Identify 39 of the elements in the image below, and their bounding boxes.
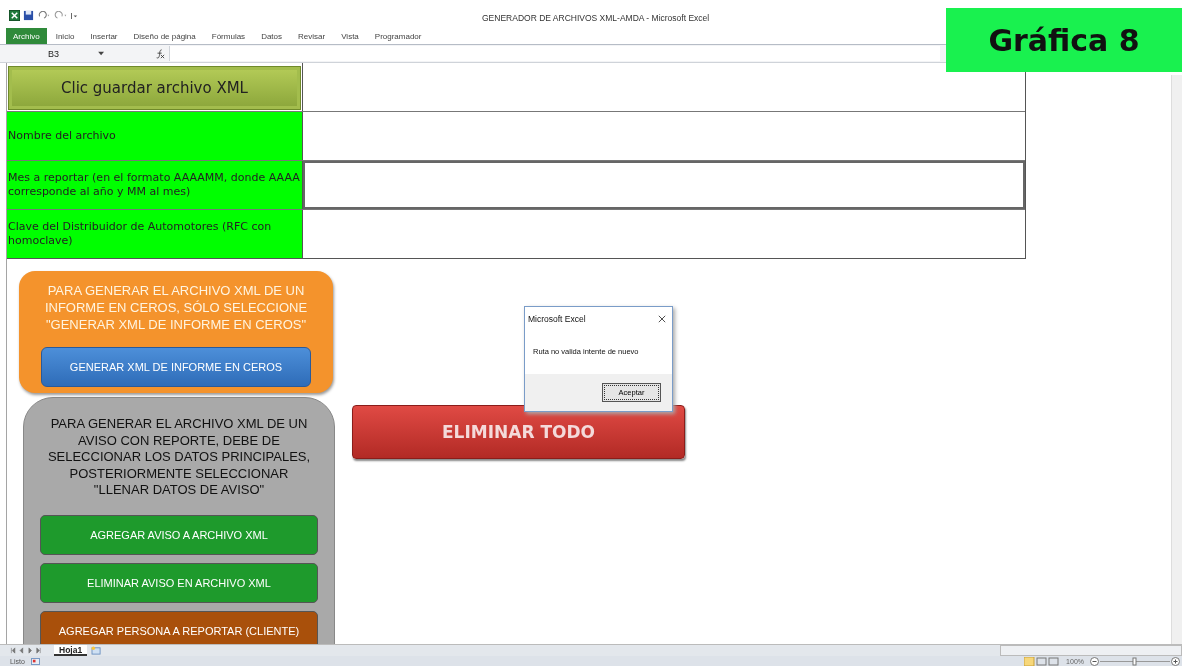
horizontal-scrollbar[interactable]: [1000, 645, 1182, 656]
zoom-slider-icon[interactable]: [1090, 656, 1180, 666]
dialog-title: Microsoft Excel: [528, 314, 586, 324]
close-icon[interactable]: [658, 315, 666, 323]
delete-all-button[interactable]: ELIMINAR TODO: [352, 405, 685, 459]
figure-caption: Gráfica 8: [946, 8, 1182, 72]
field-label: Nombre del archivo: [7, 128, 116, 144]
excel-logo-icon[interactable]: [9, 10, 20, 21]
field-label: Clave del Distribuidor de Automotores (RFC con homoclave): [7, 219, 273, 249]
ribbon-tab[interactable]: Insertar: [83, 28, 125, 44]
vertical-scrollbar[interactable]: [1171, 75, 1182, 644]
customize-caret-icon[interactable]: [71, 11, 78, 20]
ribbon-tab[interactable]: Datos: [254, 28, 290, 44]
function-icon[interactable]: [155, 48, 165, 59]
name-box[interactable]: B3: [0, 48, 98, 59]
ribbon-tab[interactable]: Archivo: [6, 28, 47, 44]
field-label: Mes a reportar (en el formato AAAAMM, donde AAAA corresponde al año y MM al mes): [7, 170, 301, 200]
save-icon[interactable]: [23, 10, 34, 21]
notice-action-button[interactable]: AGREGAR AVISO A ARCHIVO XML: [40, 514, 318, 555]
dropdown-caret-icon[interactable]: [98, 51, 105, 56]
redo-icon[interactable]: [54, 11, 68, 20]
window-title: GENERADOR DE ARCHIVOS XML-AMDA - Microsoft Excel: [482, 13, 710, 23]
ribbon-tab[interactable]: Diseño de página: [126, 28, 203, 44]
formula-input[interactable]: [169, 46, 940, 61]
ribbon-tab[interactable]: Vista: [334, 28, 366, 44]
ribbon-tab[interactable]: Fórmulas: [204, 28, 253, 44]
undo-icon[interactable]: [37, 11, 51, 20]
save-xml-button[interactable]: Clic guardar archivo XML: [8, 66, 301, 110]
notice-action-button[interactable]: AGREGAR PERSONA A REPORTAR (CLIENTE): [40, 610, 318, 644]
selected-cell[interactable]: [303, 161, 1025, 209]
view-buttons-icon[interactable]: [1024, 656, 1061, 666]
panel-instructions: PARA GENERAR EL ARCHIVO XML DE UN AVISO CON REPORTE, DEBE DE SELECCIONAR LOS DATOS PRINCIPALES, POSTERIORMENTE SELECCIONAR "LLENAR DATOS DE AVISO": [46, 416, 312, 499]
ribbon-tab[interactable]: Inicio: [48, 28, 82, 44]
generate-zero-report-button[interactable]: GENERAR XML DE INFORME EN CEROS: [41, 346, 311, 387]
ribbon-tab[interactable]: Revisar: [291, 28, 333, 44]
macro-record-icon[interactable]: [30, 657, 40, 665]
notice-action-button[interactable]: ELIMINAR AVISO EN ARCHIVO XML: [40, 562, 318, 603]
panel-instructions: PARA GENERAR EL ARCHIVO XML DE UN INFORME EN CEROS, SÓLO SELECCIONE "GENERAR XML DE INFORME EN CEROS": [43, 283, 309, 334]
ribbon-tab[interactable]: Programador: [367, 28, 429, 44]
